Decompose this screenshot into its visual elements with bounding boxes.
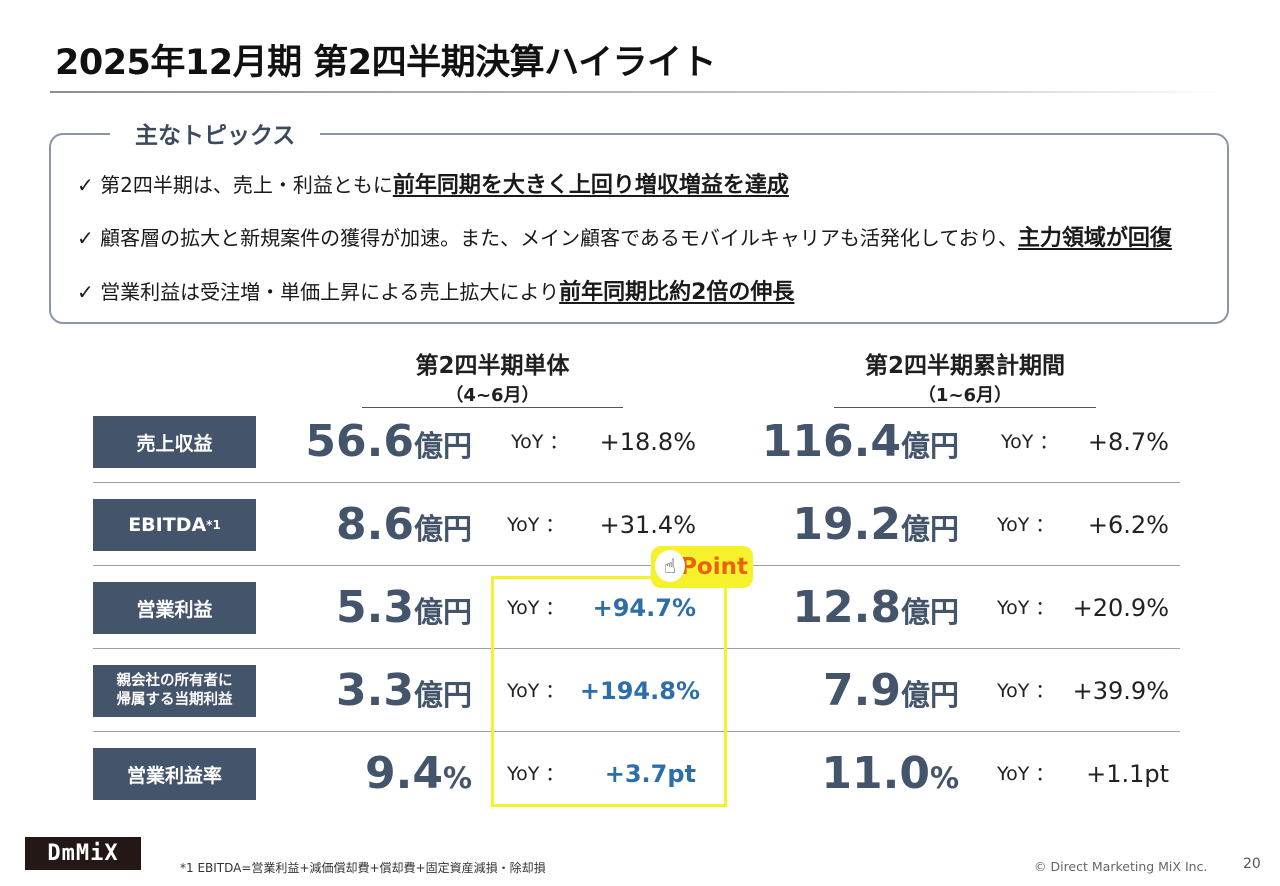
row-label: 売上収益 <box>93 416 256 468</box>
row-label: 親会社の所有者に 帰属する当期利益 <box>93 665 256 717</box>
topic-text: ✓ 営業利益は受注増・単価上昇による売上拡大により <box>77 280 560 304</box>
h1-value: 7.9億円 <box>823 665 959 716</box>
row-divider <box>93 482 1180 483</box>
column-header-q2: 第2四半期単体 （4~6月） <box>362 346 623 407</box>
topic-text: ✓ 第2四半期は、売上・利益ともに <box>77 173 393 197</box>
h1-value: 19.2億円 <box>792 499 959 550</box>
yoy-label: YoY ： <box>997 597 1055 619</box>
topic-item-2: ✓ 顧客層の拡大と新規案件の獲得が加速。また、メイン顧客であるモバイルキャリアも… <box>77 220 1172 252</box>
topic-item-1: ✓ 第2四半期は、売上・利益ともに前年同期を大きく上回り増収増益を達成 <box>77 167 789 199</box>
yoy-label: YoY ： <box>997 763 1055 785</box>
title-divider <box>50 91 1225 93</box>
q2-value: 56.6億円 <box>305 416 472 467</box>
pointing-hand-icon: ☝ <box>655 550 685 582</box>
q2-yoy-value: +18.8% <box>599 428 696 456</box>
q2-value: 5.3億円 <box>336 582 472 633</box>
company-logo: DmMiX <box>25 837 141 870</box>
h1-yoy-value: +6.2% <box>1087 511 1169 539</box>
page-number: 20 <box>1243 856 1261 872</box>
topic-text: ✓ 顧客層の拡大と新規案件の獲得が加速。また、メイン顧客であるモバイルキャリアも… <box>77 226 1018 250</box>
page-title: 2025年12月期 第2四半期決算ハイライト <box>55 43 716 83</box>
copyright: © Direct Marketing MiX Inc. <box>1034 859 1208 874</box>
footnote: *1 EBITDA=営業利益+減価償却費+償却費+固定資産減損・除却損 <box>180 861 546 875</box>
column-period: （4~6月） <box>445 385 540 406</box>
topics-heading: 主なトピックス <box>110 116 321 150</box>
yoy-label: YoY ： <box>997 680 1055 702</box>
topic-emphasis: 前年同期比約2倍の伸長 <box>559 280 795 305</box>
h1-yoy-value: +8.7% <box>1087 428 1169 456</box>
column-rule-h1 <box>834 407 1096 408</box>
q2-value: 9.4% <box>364 748 472 799</box>
yoy-label: YoY ： <box>507 514 565 536</box>
h1-value: 12.8億円 <box>792 582 959 633</box>
row-label: 営業利益率 <box>93 748 256 800</box>
column-rule-q2 <box>362 407 623 408</box>
column-header-h1: 第2四半期累計期間 （1~6月） <box>834 346 1096 407</box>
h1-value: 116.4億円 <box>761 416 959 467</box>
topic-item-3: ✓ 営業利益は受注増・単価上昇による売上拡大により前年同期比約2倍の伸長 <box>77 274 794 306</box>
point-highlight-box <box>491 576 727 807</box>
column-title: 第2四半期単体 <box>415 353 570 379</box>
q2-value: 3.3億円 <box>336 665 472 716</box>
topic-emphasis: 主力領域が回復 <box>1017 226 1172 251</box>
h1-yoy-value: +39.9% <box>1072 677 1169 705</box>
h1-yoy-value: +20.9% <box>1072 594 1169 622</box>
h1-value: 11.0% <box>821 748 959 799</box>
point-badge-text: Point <box>680 554 748 580</box>
column-title: 第2四半期累計期間 <box>864 353 1065 379</box>
h1-yoy-value: +1.1pt <box>1086 760 1169 788</box>
row-divider <box>93 565 1180 566</box>
q2-value: 8.6億円 <box>336 499 472 550</box>
q2-yoy-value: +31.4% <box>599 511 696 539</box>
row-label: EBITDA *1 <box>93 499 256 551</box>
topic-emphasis: 前年同期を大きく上回り増収増益を達成 <box>392 173 789 198</box>
yoy-label: YoY ： <box>997 514 1055 536</box>
point-badge: ☝ Point <box>651 546 753 588</box>
column-period: （1~6月） <box>917 385 1013 406</box>
row-label: 営業利益 <box>93 582 256 634</box>
